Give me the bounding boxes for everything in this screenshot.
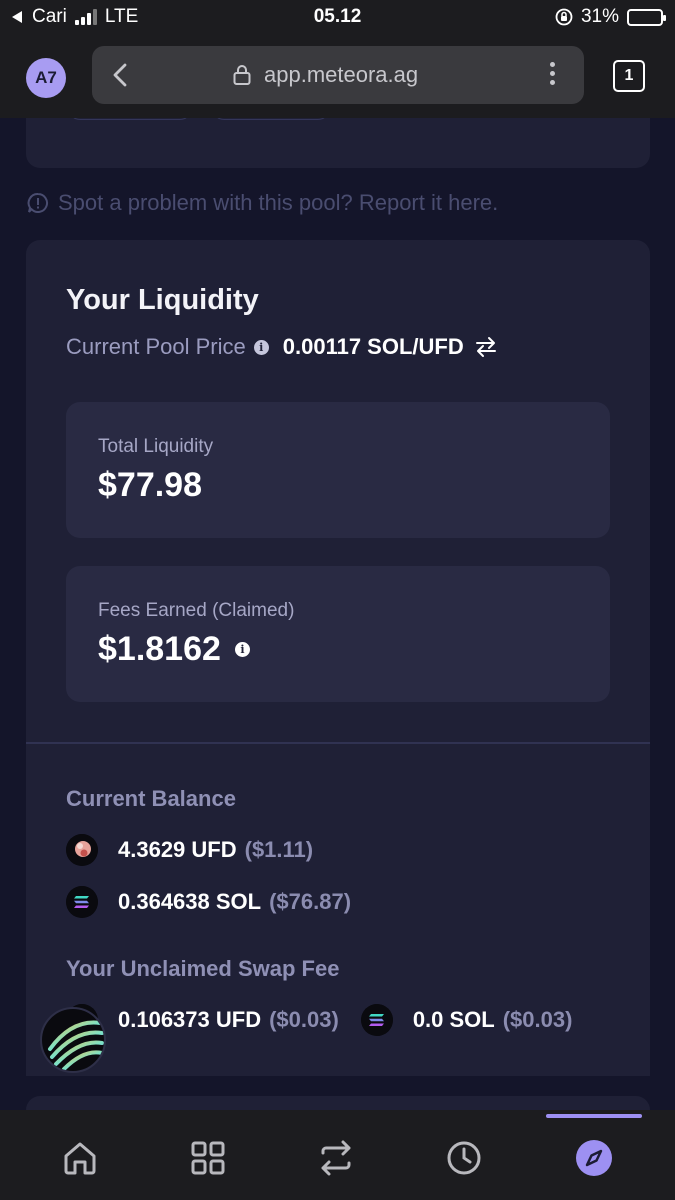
- battery-percent: 31%: [580, 6, 619, 27]
- address-bar[interactable]: app.meteora.ag: [92, 46, 584, 104]
- total-liquidity-value: $77.98: [98, 466, 202, 504]
- unclaimed-row: 0.106373 UFD ($0.03) 0.0 SOL ($0.03): [66, 1004, 572, 1036]
- lock-icon: [233, 65, 251, 85]
- pool-price-row: Current Pool Price i 0.00117 SOL/UFD: [66, 334, 498, 360]
- unclaimed-usd: ($0.03): [502, 1007, 573, 1032]
- nav-home[interactable]: [60, 1138, 100, 1178]
- report-problem-link[interactable]: Spot a problem with this pool? Report it…: [26, 190, 498, 216]
- sol-token-icon: [360, 1004, 393, 1036]
- pool-price-value: 0.00117 SOL/UFD: [282, 334, 464, 359]
- balance-usd: ($76.87): [269, 889, 352, 914]
- meteora-logo-button[interactable]: [40, 1007, 106, 1073]
- action-chip[interactable]: [68, 118, 192, 120]
- sol-token-icon: [66, 886, 98, 918]
- action-chip[interactable]: [212, 118, 330, 120]
- active-tab-indicator: [546, 1114, 642, 1118]
- balance-amount: 4.3629 UFD: [118, 837, 237, 862]
- pool-price-label: Current Pool Price: [66, 334, 246, 359]
- balance-usd: ($1.11): [244, 837, 314, 862]
- report-bubble-icon: [27, 192, 49, 213]
- orientation-lock-icon: [555, 8, 573, 26]
- bottom-navigation: [0, 1110, 675, 1200]
- nav-explore[interactable]: [574, 1138, 614, 1178]
- more-options-icon[interactable]: [550, 62, 555, 85]
- grid-icon: [191, 1141, 225, 1175]
- balance-row-ufd: 4.3629 UFD ($1.11): [66, 834, 313, 866]
- nav-pools[interactable]: [188, 1138, 228, 1178]
- home-icon: [64, 1142, 96, 1175]
- status-bar: Cari LTE 05.12 31%: [0, 0, 675, 36]
- battery-icon: [627, 8, 666, 26]
- profile-avatar[interactable]: A7: [26, 58, 66, 98]
- nav-history[interactable]: [444, 1138, 484, 1178]
- info-icon[interactable]: i: [253, 339, 269, 355]
- fees-earned-box: Fees Earned (Claimed) $1.8162 i: [66, 566, 610, 702]
- info-icon[interactable]: i: [234, 642, 250, 657]
- swap-direction-icon[interactable]: [474, 336, 498, 358]
- page-content: Spot a problem with this pool? Report it…: [0, 118, 675, 1110]
- nav-swap[interactable]: [316, 1138, 356, 1178]
- unclaimed-fee-title: Your Unclaimed Swap Fee: [66, 956, 340, 981]
- unclaimed-amount: 0.106373 UFD: [118, 1007, 262, 1032]
- unclaimed-amount: 0.0 SOL: [412, 1007, 495, 1032]
- swap-icon: [321, 1140, 351, 1176]
- next-section-card: [26, 1096, 650, 1110]
- url-text: app.meteora.ag: [264, 62, 419, 87]
- ufd-token-icon: [66, 834, 98, 866]
- status-right: 31%: [555, 6, 666, 28]
- liquidity-title: Your Liquidity: [66, 284, 259, 316]
- balance-amount: 0.364638 SOL: [118, 889, 262, 914]
- section-divider: [26, 742, 650, 744]
- clock-icon: [447, 1141, 481, 1175]
- unclaimed-usd: ($0.03): [269, 1007, 339, 1032]
- your-liquidity-card: Your Liquidity Current Pool Price i 0.00…: [26, 240, 650, 1076]
- balance-row-sol: 0.364638 SOL ($76.87): [66, 886, 351, 918]
- back-arrow-icon[interactable]: [110, 62, 132, 88]
- current-balance-title: Current Balance: [66, 786, 236, 811]
- total-liquidity-label: Total Liquidity: [98, 436, 214, 457]
- browser-toolbar: A7 app.meteora.ag 1: [0, 36, 675, 118]
- pool-actions-card: [26, 118, 650, 168]
- compass-icon: [576, 1140, 612, 1176]
- report-text: Spot a problem with this pool? Report it…: [58, 190, 499, 215]
- tab-switcher-button[interactable]: 1: [613, 60, 645, 92]
- fees-earned-value: $1.8162 i: [98, 630, 250, 669]
- total-liquidity-box: Total Liquidity $77.98: [66, 402, 610, 538]
- fees-earned-label: Fees Earned (Claimed): [98, 600, 295, 621]
